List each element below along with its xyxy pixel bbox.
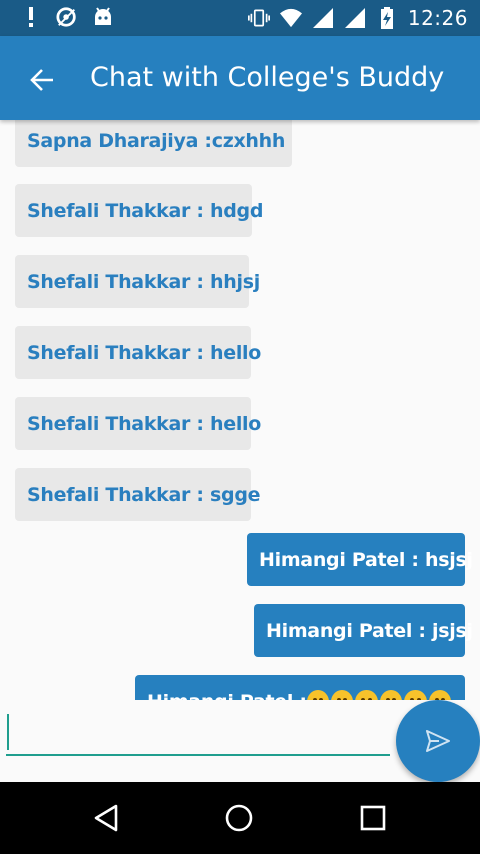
status-bar: 12:26 [0,0,480,36]
wifi-icon [279,7,302,29]
message-bubble[interactable]: Sapna Dharajiya : czxhhh [15,120,292,167]
android-icon [92,6,114,28]
emoji-icon [404,689,427,700]
message-bubble[interactable]: Himangi Patel : jsjsj [254,604,473,657]
message-bubble[interactable]: Shefali Thakkar : hdgd [15,184,263,237]
message-text: Shefali Thakkar : hdgd [27,199,264,222]
composer [0,700,480,782]
message-bubble[interactable]: Himangi Patel : hsjsj [247,533,473,586]
battery-charging-icon [376,7,398,29]
emoji-icon [379,689,403,700]
message-bubble[interactable]: Shefali Thakkar : sgge [15,468,261,521]
message-bubble[interactable]: Shefali Thakkar : hello [15,397,261,450]
send-button[interactable] [396,700,480,782]
status-time: 12:26 [407,6,468,30]
signal-icon [312,7,334,29]
arrow-back-icon [30,69,53,91]
nav-back-button[interactable] [88,800,124,836]
back-button[interactable] [22,60,62,100]
message-text: Himangi Patel : [147,691,307,701]
recents-square-icon [360,805,386,831]
message-text: czxhhh [211,129,286,152]
send-icon [426,730,450,752]
message-bubble[interactable]: Himangi Patel : [135,675,465,700]
message-bubble[interactable]: Shefali Thakkar : hello [15,326,261,379]
signal-icon [344,7,366,29]
emoji-icon [306,689,330,700]
nav-recents-button[interactable] [355,800,391,836]
message-list[interactable]: Sapna Dharajiya : czxhhh Shefali Thakkar … [0,120,480,700]
nav-home-button[interactable] [221,800,257,836]
location-off-icon [56,6,78,28]
emoji-icon [355,689,378,700]
message-text: Himangi Patel : hsjsj [259,548,473,571]
alert-icon [20,6,42,28]
message-text: Himangi Patel : jsjsj [266,619,473,642]
message-text: Shefali Thakkar : sgge [27,483,261,506]
app-bar: Chat with College's Buddy [0,36,480,120]
text-cursor [7,714,9,750]
message-bubble[interactable]: Shefali Thakkar : hhjsj [15,255,260,308]
message-text: Shefali Thakkar : hello [27,412,262,435]
emoji-icon [331,689,354,700]
system-nav-bar [0,782,480,854]
message-sender: Sapna Dharajiya : [27,129,212,152]
home-circle-icon [225,804,253,832]
vibrate-icon [247,7,270,29]
emoji-icon [428,689,451,700]
back-triangle-icon [94,804,118,832]
message-input[interactable] [6,712,390,756]
message-text: Shefali Thakkar : hello [27,341,262,364]
message-text: Shefali Thakkar : hhjsj [27,270,260,293]
page-title: Chat with College's Buddy [90,62,445,93]
